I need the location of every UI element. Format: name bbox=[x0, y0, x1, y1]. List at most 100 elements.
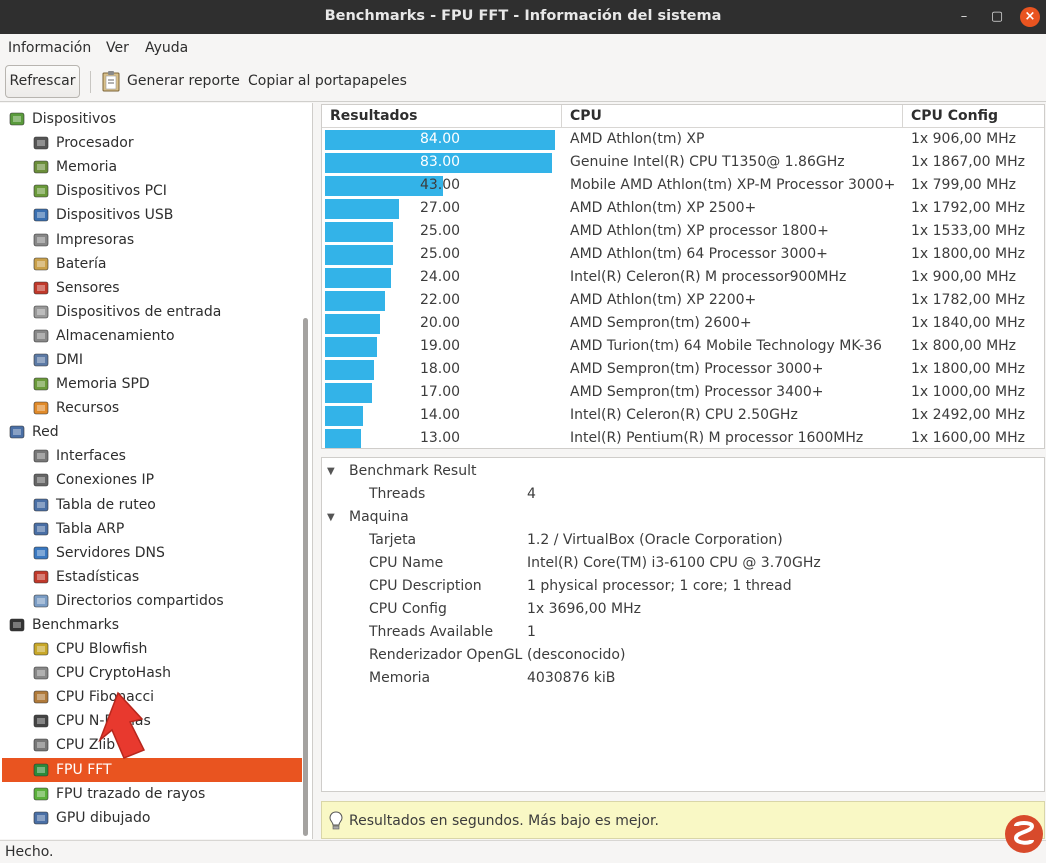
details-row: Memoria 4030876 kiB bbox=[322, 667, 1042, 690]
clipboard-report-icon[interactable] bbox=[102, 70, 120, 92]
tree-item[interactable]: DMI bbox=[33, 348, 83, 372]
cpu-name-cell: AMD Athlon(tm) XP bbox=[570, 131, 705, 147]
result-value: 83.00 bbox=[419, 154, 461, 170]
title-bar: Benchmarks - FPU FFT - Información del s… bbox=[0, 0, 1046, 34]
memory-icon bbox=[32, 158, 50, 176]
tree-item[interactable]: Procesador bbox=[33, 131, 134, 155]
toolbar-separator bbox=[90, 71, 91, 93]
details-key: Tarjeta bbox=[369, 532, 417, 548]
details-row: CPU Name Intel(R) Core(TM) i3-6100 CPU @ … bbox=[322, 552, 1042, 575]
tree-item[interactable]: Almacenamiento bbox=[33, 324, 175, 348]
menu-informacion[interactable]: Información bbox=[8, 40, 91, 56]
tree-item[interactable]: GPU dibujado bbox=[33, 806, 150, 830]
tree-item[interactable]: Conexiones IP bbox=[33, 468, 154, 492]
table-row[interactable]: 22.00 AMD Athlon(tm) XP 2200+ 1x 1782,00 M… bbox=[322, 289, 1044, 312]
tree-item[interactable]: Memoria bbox=[33, 155, 117, 179]
copy-clipboard-button[interactable]: Copiar al portapapeles bbox=[248, 73, 407, 89]
tree-item[interactable]: Servidores DNS bbox=[33, 541, 165, 565]
details-row: Tarjeta 1.2 / VirtualBox (Oracle Corporat… bbox=[322, 529, 1042, 552]
table-row[interactable]: 13.00 Intel(R) Pentium(R) M processor 160… bbox=[322, 427, 1044, 448]
cpu-name-cell: Intel(R) Celeron(R) CPU 2.50GHz bbox=[570, 407, 798, 423]
lightbulb-icon bbox=[329, 811, 343, 830]
details-section-header[interactable]: ▼ Maquina bbox=[322, 506, 1042, 529]
cpu-config-cell: 1x 799,00 MHz bbox=[911, 177, 1017, 193]
details-row: Threads Available 1 bbox=[322, 621, 1042, 644]
tree-item[interactable]: Dispositivos de entrada bbox=[33, 300, 221, 324]
refresh-button[interactable]: Refrescar bbox=[5, 65, 80, 98]
details-value: 1x 3696,00 MHz bbox=[527, 601, 641, 617]
tree-item[interactable]: Dispositivos USB bbox=[33, 203, 173, 227]
tree-item[interactable]: FPU trazado de rayos bbox=[33, 782, 205, 806]
tree-item[interactable]: Red bbox=[9, 420, 59, 444]
menu-bar: Información Ver Ayuda bbox=[0, 34, 1046, 62]
tree-item-label: Dispositivos bbox=[32, 111, 117, 127]
cpu-config-cell: 1x 800,00 MHz bbox=[911, 338, 1017, 354]
column-header-cpu-config[interactable]: CPU Config bbox=[903, 105, 1044, 128]
close-button[interactable]: × bbox=[1020, 7, 1040, 27]
tree-item[interactable]: Tabla de ruteo bbox=[33, 493, 156, 517]
tree-item[interactable]: Directorios compartidos bbox=[33, 589, 224, 613]
details-key: CPU Name bbox=[369, 555, 444, 571]
details-key: Threads bbox=[369, 486, 426, 502]
table-row[interactable]: 83.00 Genuine Intel(R) CPU T1350@ 1.86GHz… bbox=[322, 151, 1044, 174]
cpu-config-cell: 1x 1782,00 MHz bbox=[911, 292, 1025, 308]
tree-item[interactable]: Benchmarks bbox=[9, 613, 119, 637]
cpu-name-cell: AMD Athlon(tm) XP 2200+ bbox=[570, 292, 757, 308]
table-row[interactable]: 43.00 Mobile AMD Athlon(tm) XP-M Processo… bbox=[322, 174, 1044, 197]
arp-icon bbox=[32, 520, 50, 538]
menu-ver[interactable]: Ver bbox=[106, 40, 129, 56]
menu-ayuda[interactable]: Ayuda bbox=[145, 40, 188, 56]
table-row[interactable]: 19.00 AMD Turion(tm) 64 Mobile Technology… bbox=[322, 335, 1044, 358]
tree-item[interactable]: Memoria SPD bbox=[33, 372, 150, 396]
details-value: 1 physical processor; 1 core; 1 thread bbox=[527, 578, 792, 594]
tree-item[interactable]: Recursos bbox=[33, 396, 119, 420]
tree-item-label: Directorios compartidos bbox=[56, 592, 224, 609]
details-panel: ▼ Benchmark Result Threads 4 ▼ Maquina Tarjeta… bbox=[321, 457, 1045, 792]
pci-icon bbox=[32, 182, 50, 200]
stats-icon bbox=[32, 568, 50, 586]
table-row[interactable]: 14.00 Intel(R) Celeron(R) CPU 2.50GHz 1x 2… bbox=[322, 404, 1044, 427]
tree-item[interactable]: Interfaces bbox=[33, 444, 126, 468]
result-value: 18.00 bbox=[419, 361, 461, 377]
minimize-button[interactable]: – bbox=[954, 7, 974, 27]
table-row[interactable]: 20.00 AMD Sempron(tm) 2600+ 1x 1840,00 MHz bbox=[322, 312, 1044, 335]
folder-icon bbox=[32, 592, 50, 610]
tree-item[interactable]: Estadísticas bbox=[33, 565, 140, 589]
tree-item[interactable]: Batería bbox=[33, 252, 107, 276]
details-value: 1 bbox=[527, 624, 536, 640]
tree-item-label: Tabla ARP bbox=[56, 520, 125, 537]
tree-item[interactable]: CPU Blowfish bbox=[33, 637, 147, 661]
monitor-icon bbox=[32, 351, 50, 369]
expander-triangle-icon[interactable]: ▼ bbox=[327, 506, 335, 529]
usb-icon bbox=[32, 206, 50, 224]
tree-item[interactable]: Dispositivos PCI bbox=[33, 179, 167, 203]
table-row[interactable]: 17.00 AMD Sempron(tm) Processor 3400+ 1x 1… bbox=[322, 381, 1044, 404]
tree-item[interactable]: Dispositivos bbox=[9, 107, 117, 131]
column-header-cpu[interactable]: CPU bbox=[562, 105, 903, 128]
tree-item-label: Estadísticas bbox=[56, 568, 140, 585]
table-row[interactable]: 25.00 AMD Athlon(tm) 64 Processor 3000+ 1x… bbox=[322, 243, 1044, 266]
details-section-header[interactable]: ▼ Benchmark Result bbox=[322, 460, 1042, 483]
fft-icon bbox=[32, 761, 50, 779]
result-value: 25.00 bbox=[419, 223, 461, 239]
tree-item[interactable]: CPU CryptoHash bbox=[33, 661, 171, 685]
table-row[interactable]: 84.00 AMD Athlon(tm) XP 1x 906,00 MHz bbox=[322, 128, 1044, 151]
sidebar-scrollbar[interactable] bbox=[303, 318, 308, 836]
tree-item[interactable]: Sensores bbox=[33, 276, 120, 300]
maximize-button[interactable]: ▢ bbox=[987, 7, 1007, 27]
table-row[interactable]: 18.00 AMD Sempron(tm) Processor 3000+ 1x 1… bbox=[322, 358, 1044, 381]
toolbar: Refrescar Generar reporte Copiar al port… bbox=[0, 62, 1046, 102]
tree-item[interactable]: Impresoras bbox=[33, 228, 134, 252]
table-row[interactable]: 25.00 AMD Athlon(tm) XP processor 1800+ 1x… bbox=[322, 220, 1044, 243]
cpu-name-cell: AMD Athlon(tm) XP processor 1800+ bbox=[570, 223, 829, 239]
tree-item[interactable]: Tabla ARP bbox=[33, 517, 125, 541]
generate-report-button[interactable]: Generar reporte bbox=[127, 73, 240, 89]
column-header-results[interactable]: Resultados bbox=[322, 105, 562, 128]
expander-triangle-icon[interactable]: ▼ bbox=[327, 460, 335, 483]
table-row[interactable]: 27.00 AMD Athlon(tm) XP 2500+ 1x 1792,00 M… bbox=[322, 197, 1044, 220]
table-row[interactable]: 24.00 Intel(R) Celeron(R) M processor900M… bbox=[322, 266, 1044, 289]
chess-icon bbox=[32, 712, 50, 730]
cpu-config-cell: 1x 1800,00 MHz bbox=[911, 361, 1025, 377]
compress-icon bbox=[32, 736, 50, 754]
tree-item-label: Procesador bbox=[56, 135, 134, 152]
